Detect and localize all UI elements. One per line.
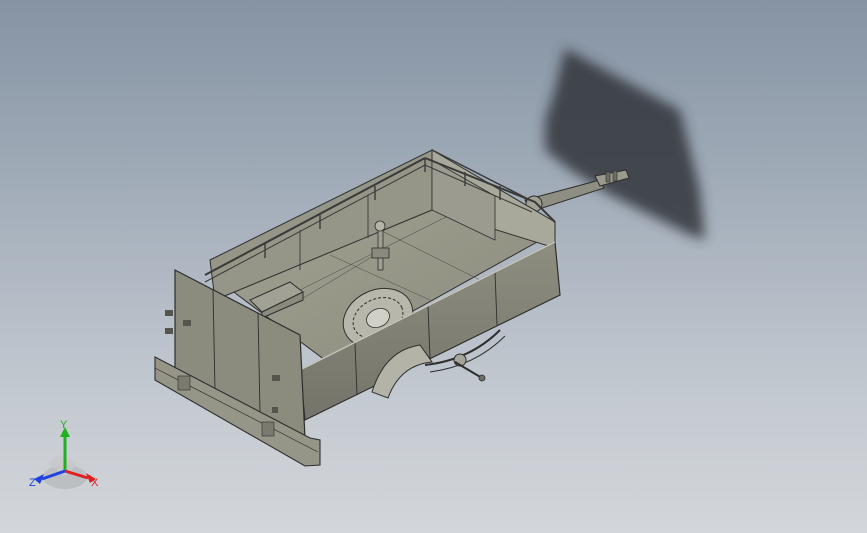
y-axis-label: Y <box>60 419 68 431</box>
x-axis-label: X <box>91 477 99 489</box>
model-shadow <box>545 48 705 240</box>
graphics-viewport[interactable]: Y X Z <box>0 0 867 533</box>
coordinate-triad: Y X Z <box>20 415 110 500</box>
z-axis-label: Z <box>29 477 36 489</box>
model-canvas[interactable] <box>0 0 867 533</box>
